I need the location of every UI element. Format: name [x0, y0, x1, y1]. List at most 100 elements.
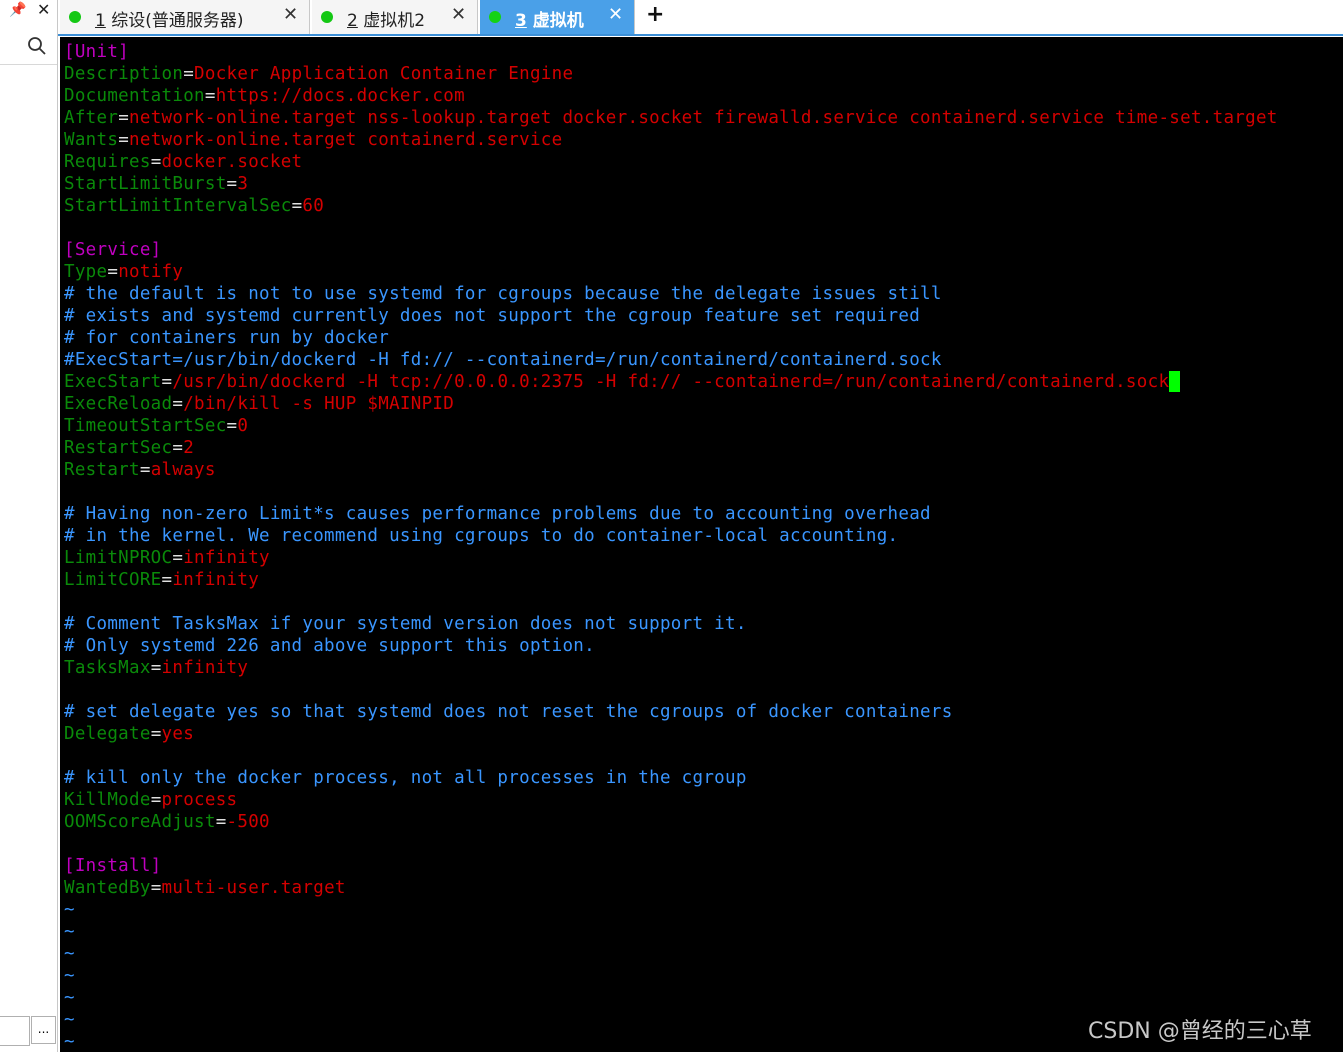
config-key: WantedBy	[64, 878, 151, 898]
config-key: StartLimitBurst	[64, 174, 227, 194]
config-value: -500	[226, 812, 270, 832]
tab-1[interactable]: 1 综设(普通服务器) ✕	[60, 0, 310, 34]
pin-icon[interactable]: 📌	[9, 2, 26, 18]
config-value: always	[150, 460, 216, 480]
config-value: 0	[237, 416, 249, 436]
config-key: Type	[64, 262, 108, 282]
terminal-line: # the default is not to use systemd for …	[64, 283, 942, 305]
tab-title: 虚拟机2	[357, 11, 426, 31]
config-key: RestartSec	[64, 438, 173, 458]
close-icon[interactable]: ✕	[37, 0, 50, 19]
config-value: multi-user.target	[161, 878, 346, 898]
search-icon[interactable]	[27, 36, 47, 56]
section-header: [Service]	[64, 240, 162, 260]
terminal-line: StartLimitIntervalSec=60	[64, 195, 324, 217]
equals-sign: =	[150, 658, 162, 678]
config-key: LimitNPROC	[64, 548, 173, 568]
terminal-line: ~	[64, 1031, 75, 1052]
terminal-line: [Install]	[64, 855, 162, 877]
config-key: TasksMax	[64, 658, 151, 678]
watermark: CSDN @曾经的三心草	[1088, 1019, 1312, 1044]
config-value: infinity	[172, 570, 260, 590]
empty-line-marker: ~	[64, 1032, 75, 1052]
terminal-line: [Service]	[64, 239, 162, 261]
terminal-line: TasksMax=infinity	[64, 657, 248, 679]
comment-line: # kill only the docker process, not all …	[64, 768, 747, 788]
tab-title: 虚拟机	[526, 11, 584, 31]
terminal-output[interactable]: [Unit] Description=Docker Application Con…	[60, 37, 1343, 1052]
status-dot-icon	[321, 11, 333, 23]
config-key: StartLimitIntervalSec	[64, 196, 292, 216]
empty-line-marker: ~	[64, 922, 75, 942]
terminal-line: [Unit]	[64, 41, 129, 63]
terminal-line: ExecReload=/bin/kill -s HUP $MAINPID	[64, 393, 454, 415]
equals-sign: =	[150, 790, 162, 810]
tab-bar: 1 综设(普通服务器) ✕ 2 虚拟机2 ✕ 3 虚拟机 ✕ +	[58, 0, 1343, 36]
tab-close-icon[interactable]: ✕	[283, 4, 298, 25]
config-value: 3	[237, 174, 249, 194]
tab-2[interactable]: 2 虚拟机2 ✕	[312, 0, 478, 34]
equals-sign: =	[139, 460, 151, 480]
equals-sign: =	[226, 174, 238, 194]
terminal-line: WantedBy=multi-user.target	[64, 877, 346, 899]
terminal-line: ~	[64, 921, 75, 943]
config-key: OOMScoreAdjust	[64, 812, 216, 832]
text-cursor	[1169, 371, 1181, 392]
config-value: docker.socket	[161, 152, 303, 172]
tab-3[interactable]: 3 虚拟机 ✕	[480, 0, 635, 34]
equals-sign: =	[172, 438, 184, 458]
terminal-line: LimitNPROC=infinity	[64, 547, 270, 569]
equals-sign: =	[172, 548, 184, 568]
add-tab-icon[interactable]: +	[646, 2, 664, 27]
terminal-line: # set delegate yes so that systemd does …	[64, 701, 953, 723]
empty-line-marker: ~	[64, 1010, 75, 1030]
sidebar-input[interactable]	[0, 1016, 30, 1046]
status-dot-icon	[489, 11, 501, 23]
terminal-line: KillMode=process	[64, 789, 237, 811]
config-key: KillMode	[64, 790, 151, 810]
terminal-line: ~	[64, 899, 75, 921]
empty-line-marker: ~	[64, 944, 75, 964]
tab-title: 综设(普通服务器)	[105, 11, 244, 31]
equals-sign: =	[150, 724, 162, 744]
config-key: ExecStart	[64, 372, 162, 392]
equals-sign: =	[161, 372, 173, 392]
config-value: /usr/bin/dockerd -H tcp://0.0.0.0:2375 -…	[172, 372, 1170, 392]
empty-line-marker: ~	[64, 988, 75, 1008]
section-header: [Install]	[64, 856, 162, 876]
terminal-line: # exists and systemd currently does not …	[64, 305, 920, 327]
config-key: TimeoutStartSec	[64, 416, 227, 436]
terminal-line: Description=Docker Application Container…	[64, 63, 573, 85]
config-key: Delegate	[64, 724, 151, 744]
terminal-line: Restart=always	[64, 459, 216, 481]
equals-sign: =	[161, 570, 173, 590]
terminal-line: # Having non-zero Limit*s causes perform…	[64, 503, 931, 525]
terminal-line: Type=notify	[64, 261, 183, 283]
terminal-line: # in the kernel. We recommend using cgro…	[64, 525, 898, 547]
config-key: Requires	[64, 152, 151, 172]
config-value: /bin/kill -s HUP $MAINPID	[183, 394, 455, 414]
terminal-line: Requires=docker.socket	[64, 151, 302, 173]
comment-line: # Having non-zero Limit*s causes perform…	[64, 504, 931, 524]
config-key: Wants	[64, 130, 119, 150]
terminal-line: #ExecStart=/usr/bin/dockerd -H fd:// --c…	[64, 349, 942, 371]
terminal-line: Delegate=yes	[64, 723, 194, 745]
more-button[interactable]: ...	[31, 1016, 56, 1044]
config-value: 2	[183, 438, 195, 458]
equals-sign: =	[172, 394, 184, 414]
tab-close-icon[interactable]: ✕	[451, 4, 466, 25]
config-value: process	[161, 790, 238, 810]
config-key: Documentation	[64, 86, 205, 106]
config-key: ExecReload	[64, 394, 173, 414]
section-header: [Unit]	[64, 42, 130, 62]
tab-close-icon[interactable]: ✕	[608, 4, 623, 25]
terminal-line: # Only systemd 226 and above support thi…	[64, 635, 595, 657]
terminal-line: # kill only the docker process, not all …	[64, 767, 747, 789]
config-value: 60	[302, 196, 325, 216]
session-sidebar: 📌 ✕ ...	[0, 0, 58, 1052]
tab-number: 3	[515, 11, 527, 31]
terminal-line: After=network-online.target nss-lookup.t…	[64, 107, 1278, 129]
comment-line: # exists and systemd currently does not …	[64, 306, 921, 326]
equals-sign: =	[150, 878, 162, 898]
equals-sign: =	[118, 130, 130, 150]
